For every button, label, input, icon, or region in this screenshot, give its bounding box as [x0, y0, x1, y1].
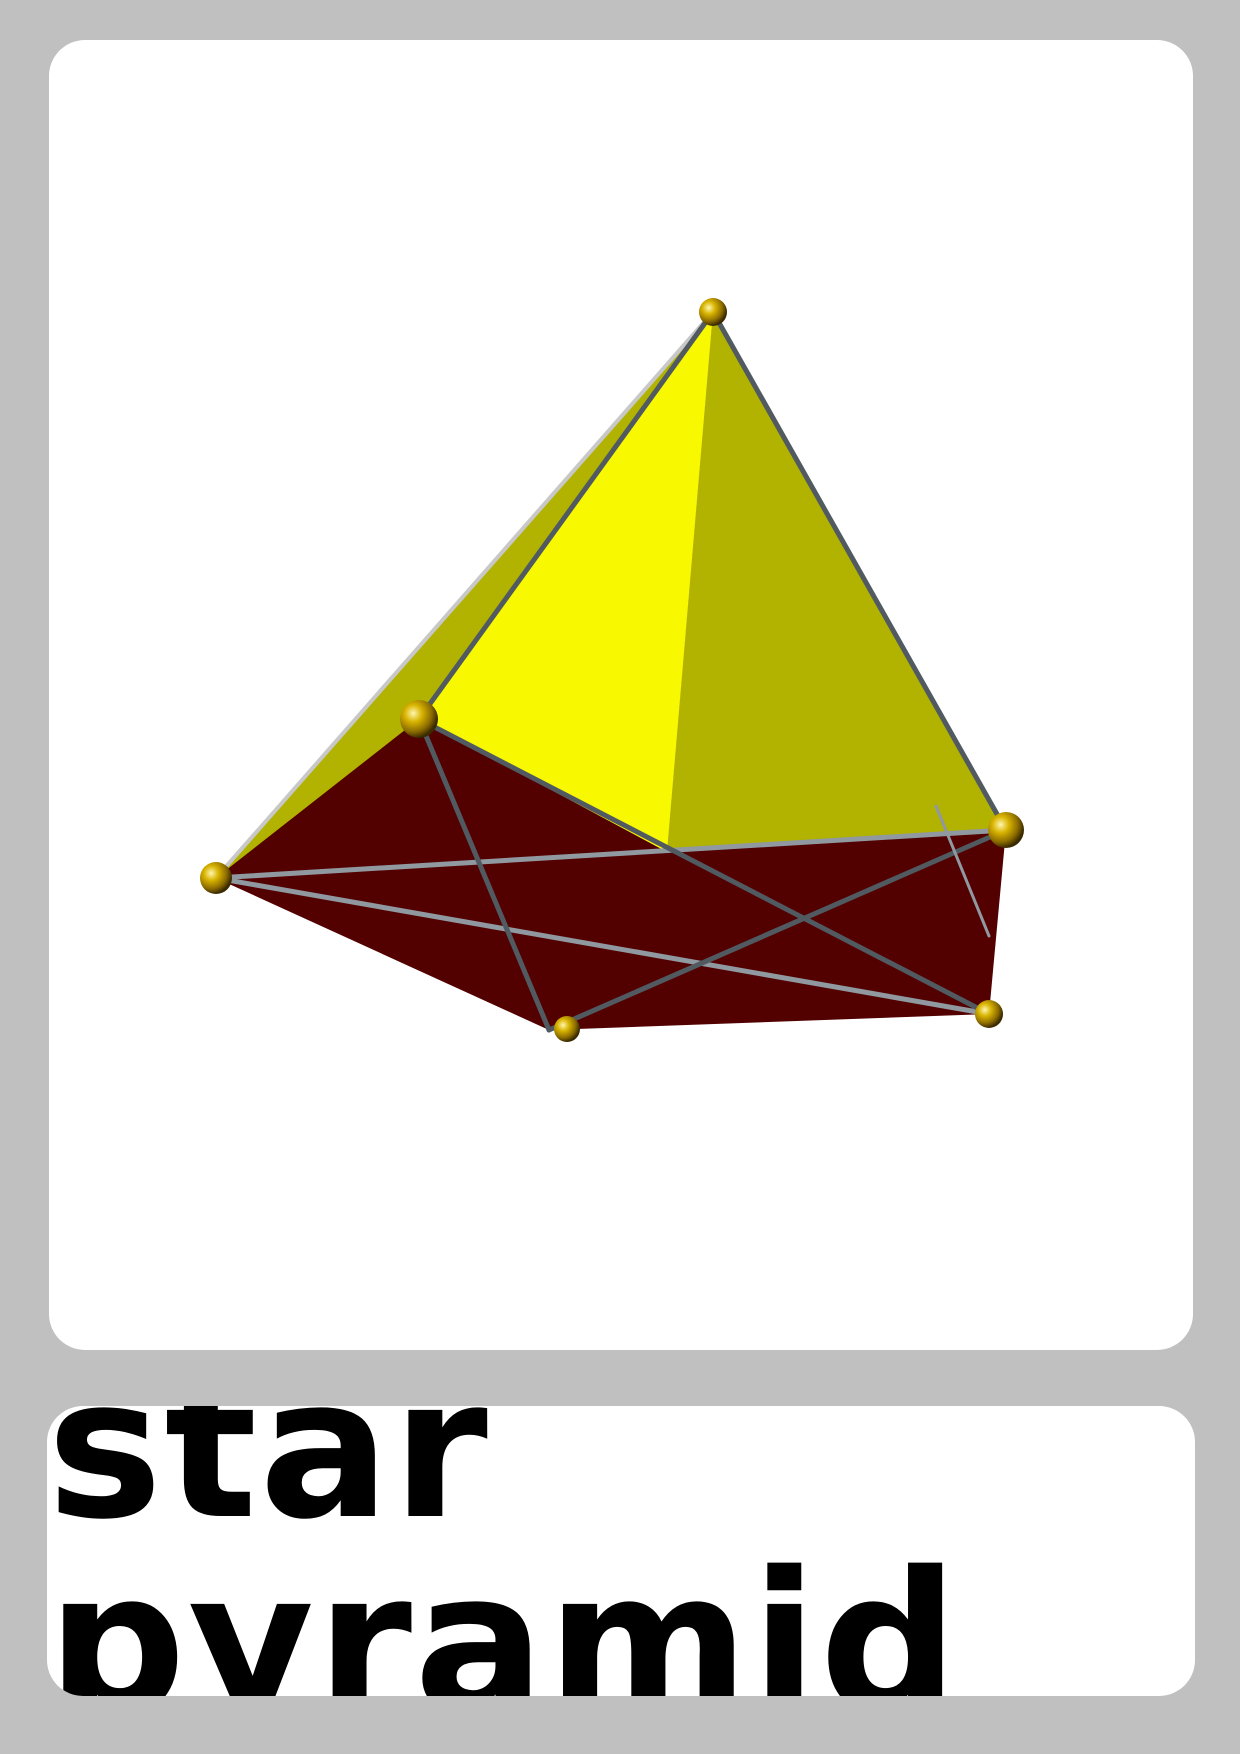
card-label: star pyramid — [47, 1406, 961, 1696]
star-pyramid-illustration — [200, 298, 1024, 1042]
vertex — [988, 812, 1024, 848]
front-right-face — [667, 312, 1006, 852]
vertex — [400, 700, 438, 738]
vertex — [699, 298, 727, 326]
vertex — [200, 862, 232, 894]
vertex — [975, 1000, 1003, 1028]
flashcard-page: star pyramid — [0, 0, 1240, 1754]
image-panel — [49, 40, 1193, 1350]
vertex — [554, 1016, 580, 1042]
label-panel: star pyramid — [47, 1406, 1195, 1696]
